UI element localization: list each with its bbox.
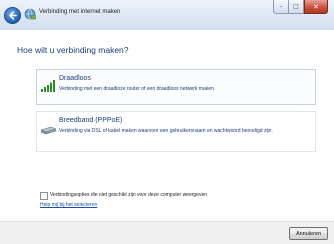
maximize-button[interactable]: □ bbox=[288, 0, 304, 14]
caption-buttons: – □ ✕ bbox=[273, 0, 328, 14]
cancel-button[interactable]: Annuleren bbox=[289, 227, 328, 240]
option-broadband[interactable]: Breedband (PPPoE) Verbinding via DSL of … bbox=[36, 111, 316, 152]
footer-bar: Annuleren bbox=[0, 221, 334, 244]
connect-to-internet-window: Verbinding met internet maken – □ ✕ Hoe … bbox=[0, 0, 334, 244]
back-button[interactable] bbox=[4, 7, 21, 24]
title-bar: Verbinding met internet maken – □ ✕ bbox=[0, 0, 334, 30]
network-globe-icon bbox=[24, 8, 36, 20]
option-title: Draadloos bbox=[59, 75, 91, 82]
close-button[interactable]: ✕ bbox=[304, 0, 328, 14]
option-title: Breedband (PPPoE) bbox=[59, 117, 123, 124]
checkbox-label[interactable]: Verbindingsopties die niet geschikt zijn… bbox=[50, 192, 207, 198]
minimize-button[interactable]: – bbox=[273, 0, 288, 14]
broadband-modem-icon bbox=[41, 126, 56, 135]
wireless-signal-icon bbox=[41, 80, 55, 92]
show-unsuitable-options-checkbox[interactable] bbox=[40, 192, 48, 200]
back-arrow-icon bbox=[9, 11, 17, 20]
help-me-choose-link[interactable]: Help mij bij het selecteren bbox=[40, 202, 97, 208]
option-wireless[interactable]: Draadloos Verbinding met een draadloze r… bbox=[36, 69, 316, 105]
window-title: Verbinding met internet maken bbox=[39, 9, 121, 15]
page-heading: Hoe wilt u verbinding maken? bbox=[17, 45, 129, 55]
option-description: Verbinding via DSL of kabel maken waarvo… bbox=[59, 128, 273, 134]
option-description: Verbinding met een draadloze router of e… bbox=[59, 86, 214, 92]
